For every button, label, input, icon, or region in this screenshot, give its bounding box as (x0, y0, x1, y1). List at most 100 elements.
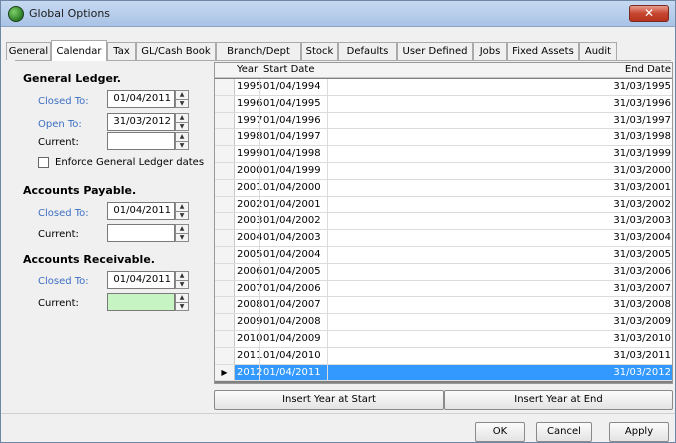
gl-open-to-spinner[interactable]: ▲ ▼ (175, 113, 189, 131)
spin-down-icon[interactable]: ▼ (176, 211, 188, 219)
ar-closed-to-field[interactable]: 01/04/2011 (107, 271, 175, 289)
ar-closed-to-spinner[interactable]: ▲ ▼ (175, 271, 189, 289)
gl-closed-to-spinner[interactable]: ▲ ▼ (175, 90, 189, 108)
cell-start-date[interactable]: 01/04/1999 (263, 165, 321, 176)
tab-defaults[interactable]: Defaults (338, 42, 397, 60)
table-row[interactable]: 2002 01/04/2001 31/03/2002 (215, 196, 672, 214)
apply-button[interactable]: Apply (609, 422, 669, 442)
row-indicator[interactable] (215, 330, 235, 347)
tab-jobs[interactable]: Jobs (473, 42, 507, 60)
table-row[interactable]: 1995 01/04/1994 31/03/1995 (215, 79, 672, 96)
spin-up-icon[interactable]: ▲ (176, 91, 188, 99)
table-row[interactable]: 1997 01/04/1996 31/03/1997 (215, 112, 672, 130)
gl-closed-to-field[interactable]: 01/04/2011 (107, 90, 175, 108)
gl-open-to-field[interactable]: 31/03/2012 (107, 113, 175, 131)
cell-start-date[interactable]: 01/04/1994 (263, 81, 321, 92)
tab-gl-cash-book[interactable]: GL/Cash Book (136, 42, 216, 60)
cell-start-date[interactable]: 01/04/2005 (263, 266, 321, 277)
cell-start-date[interactable]: 01/04/2002 (263, 215, 321, 226)
enforce-gl-dates-checkbox[interactable] (38, 157, 49, 168)
spin-up-icon[interactable]: ▲ (176, 203, 188, 211)
cell-end-date[interactable]: 31/03/2000 (613, 165, 671, 176)
spin-down-icon[interactable]: ▼ (176, 141, 188, 149)
row-indicator[interactable] (215, 314, 235, 330)
table-row[interactable]: 1996 01/04/1995 31/03/1996 (215, 95, 672, 113)
cell-end-date[interactable]: 31/03/2004 (613, 232, 671, 243)
spin-down-icon[interactable]: ▼ (176, 302, 188, 310)
row-indicator[interactable] (215, 146, 235, 162)
spin-down-icon[interactable]: ▼ (176, 233, 188, 241)
row-indicator[interactable] (215, 263, 235, 280)
cell-end-date[interactable]: 31/03/2005 (613, 249, 671, 260)
ar-current-field[interactable] (107, 293, 175, 311)
tab-general[interactable]: General (6, 42, 51, 60)
close-button[interactable]: ✕ (629, 5, 669, 22)
cell-start-date[interactable]: 01/04/2001 (263, 199, 321, 210)
ap-closed-to-field[interactable]: 01/04/2011 (107, 202, 175, 220)
table-row[interactable]: 2008 01/04/2007 31/03/2008 (215, 297, 672, 315)
cell-start-date[interactable]: 01/04/2008 (263, 316, 321, 327)
spin-down-icon[interactable]: ▼ (176, 122, 188, 130)
row-indicator[interactable] (215, 95, 235, 112)
row-indicator[interactable] (215, 213, 235, 230)
table-row[interactable]: 2005 01/04/2004 31/03/2005 (215, 246, 672, 264)
row-indicator[interactable] (215, 112, 235, 129)
table-row[interactable]: 1998 01/04/1997 31/03/1998 (215, 129, 672, 147)
spin-up-icon[interactable]: ▲ (176, 272, 188, 280)
row-indicator[interactable] (215, 246, 235, 263)
table-row[interactable]: 2009 01/04/2008 31/03/2009 (215, 314, 672, 331)
spin-up-icon[interactable]: ▲ (176, 225, 188, 233)
cell-end-date[interactable]: 31/03/2002 (613, 199, 671, 210)
ar-current-spinner[interactable]: ▲ ▼ (175, 293, 189, 311)
title-bar[interactable]: Global Options ✕ (1, 1, 675, 27)
row-indicator[interactable] (215, 347, 235, 364)
ap-closed-to-spinner[interactable]: ▲ ▼ (175, 202, 189, 220)
cell-end-date[interactable]: 31/03/2001 (613, 182, 671, 193)
column-header-start-date[interactable]: Start Date (263, 64, 315, 75)
cancel-button[interactable]: Cancel (536, 422, 592, 442)
cell-end-date[interactable]: 31/03/1997 (613, 115, 671, 126)
spin-up-icon[interactable]: ▲ (176, 114, 188, 122)
cell-end-date[interactable]: 31/03/2006 (613, 266, 671, 277)
cell-end-date[interactable]: 31/03/2003 (613, 215, 671, 226)
tab-user-defined[interactable]: User Defined (397, 42, 473, 60)
row-indicator[interactable] (215, 196, 235, 213)
spin-up-icon[interactable]: ▲ (176, 294, 188, 302)
cell-start-date[interactable]: 01/04/2010 (263, 350, 321, 361)
tab-fixed-assets[interactable]: Fixed Assets (507, 42, 579, 60)
table-row[interactable]: 2004 01/04/2003 31/03/2004 (215, 230, 672, 247)
table-row[interactable]: 2006 01/04/2005 31/03/2006 (215, 263, 672, 281)
table-row[interactable]: ▶ 2012 01/04/2011 31/03/2012 (215, 364, 672, 382)
table-row[interactable]: 2011 01/04/2010 31/03/2011 (215, 347, 672, 365)
table-row[interactable]: 2010 01/04/2009 31/03/2010 (215, 330, 672, 348)
cell-start-date[interactable]: 01/04/2004 (263, 249, 321, 260)
cell-end-date[interactable]: 31/03/1995 (613, 81, 671, 92)
row-indicator-arrow-icon[interactable]: ▶ (215, 364, 235, 381)
year-calendar-grid[interactable]: Year Start Date End Date 1995 01/04/1994 3… (214, 62, 673, 384)
ap-current-field[interactable] (107, 224, 175, 242)
gl-current-spinner[interactable]: ▲ ▼ (175, 132, 189, 150)
table-row[interactable]: 2000 01/04/1999 31/03/2000 (215, 162, 672, 180)
insert-year-at-start-button[interactable]: Insert Year at Start (214, 390, 444, 410)
cell-end-date[interactable]: 31/03/2008 (613, 299, 671, 310)
cell-start-date[interactable]: 01/04/2003 (263, 232, 321, 243)
table-row[interactable]: 2001 01/04/2000 31/03/2001 (215, 179, 672, 197)
cell-end-date[interactable]: 31/03/2012 (613, 367, 671, 378)
ap-current-spinner[interactable]: ▲ ▼ (175, 224, 189, 242)
cell-start-date[interactable]: 01/04/1998 (263, 148, 321, 159)
row-indicator[interactable] (215, 129, 235, 146)
cell-end-date[interactable]: 31/03/2007 (613, 283, 671, 294)
spin-down-icon[interactable]: ▼ (176, 99, 188, 107)
row-indicator[interactable] (215, 162, 235, 179)
column-header-year[interactable]: Year (237, 64, 258, 75)
tab-audit[interactable]: Audit (579, 42, 617, 60)
cell-end-date[interactable]: 31/03/1999 (613, 148, 671, 159)
cell-start-date[interactable]: 01/04/2006 (263, 283, 321, 294)
spin-down-icon[interactable]: ▼ (176, 280, 188, 288)
cell-end-date[interactable]: 31/03/2011 (613, 350, 671, 361)
tab-stock[interactable]: Stock (301, 42, 338, 60)
cell-start-date[interactable]: 01/04/1996 (263, 115, 321, 126)
row-indicator[interactable] (215, 179, 235, 196)
cell-start-date[interactable]: 01/04/2000 (263, 182, 321, 193)
gl-current-field[interactable] (107, 132, 175, 150)
